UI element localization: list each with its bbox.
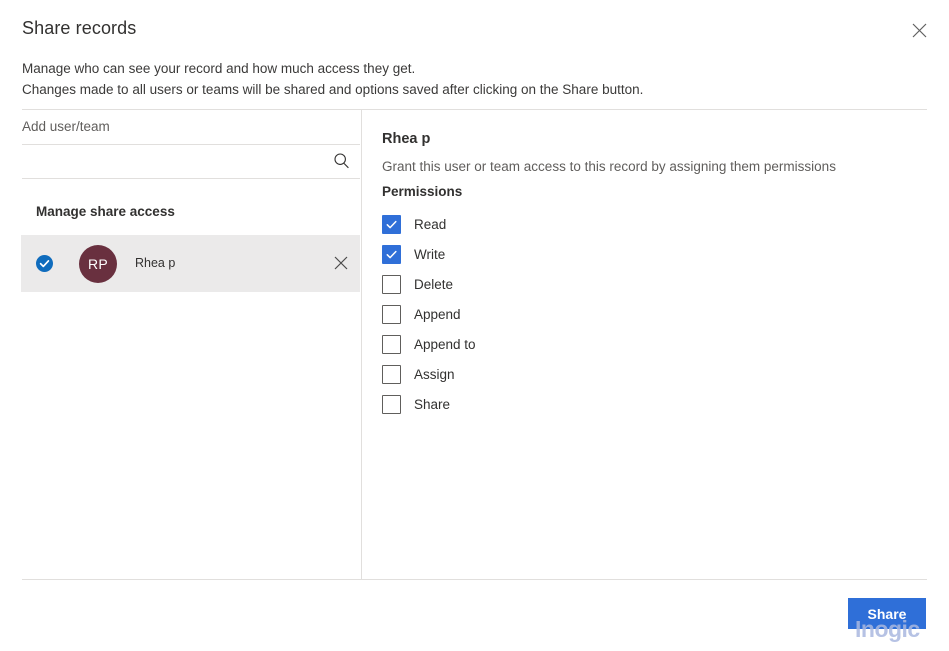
add-user-team-label: Add user/team bbox=[22, 119, 110, 134]
share-access-pane: Add user/team Manage share access RP Rhe… bbox=[0, 110, 361, 579]
permission-row-append[interactable]: Append bbox=[382, 299, 782, 329]
list-item[interactable]: RP Rhea p bbox=[21, 235, 360, 292]
remove-user-button[interactable] bbox=[329, 252, 353, 276]
permission-label: Append to bbox=[414, 336, 476, 352]
checkbox-share[interactable] bbox=[382, 394, 401, 414]
permissions-heading: Permissions bbox=[382, 184, 463, 199]
permission-row-delete[interactable]: Delete bbox=[382, 269, 782, 299]
footer-divider bbox=[22, 579, 927, 580]
close-icon bbox=[912, 23, 927, 38]
permissions-pane: Rhea p Grant this user or team access to… bbox=[362, 110, 949, 579]
checkbox-read[interactable] bbox=[382, 214, 401, 234]
share-access-list: RP Rhea p bbox=[21, 235, 360, 292]
selected-check-icon bbox=[36, 255, 53, 272]
avatar: RP bbox=[79, 245, 117, 283]
dialog-subtitle: Manage who can see your record and how m… bbox=[22, 58, 643, 100]
checkbox-assign[interactable] bbox=[382, 364, 401, 384]
dialog-subtitle-line2: Changes made to all users or teams will … bbox=[22, 82, 644, 97]
search-field bbox=[22, 144, 360, 179]
close-icon bbox=[334, 256, 348, 273]
checkbox-write[interactable] bbox=[382, 244, 401, 264]
permission-row-share[interactable]: Share bbox=[382, 389, 782, 419]
list-item-name: Rhea p bbox=[135, 256, 176, 270]
permission-row-write[interactable]: Write bbox=[382, 239, 782, 269]
permission-label: Assign bbox=[414, 366, 455, 382]
permission-label: Share bbox=[414, 396, 451, 412]
permission-label: Append bbox=[414, 306, 461, 322]
checkbox-append-to[interactable] bbox=[382, 334, 401, 354]
permission-label: Delete bbox=[414, 276, 454, 292]
share-records-dialog: Share records Manage who can see your re… bbox=[0, 0, 949, 651]
permission-row-assign[interactable]: Assign bbox=[382, 359, 782, 389]
share-button[interactable]: Share bbox=[848, 598, 926, 629]
permission-row-append-to[interactable]: Append to bbox=[382, 329, 782, 359]
checkbox-append[interactable] bbox=[382, 304, 401, 324]
close-button[interactable] bbox=[902, 13, 936, 47]
page-title: Share records bbox=[22, 18, 137, 38]
permissions-list: Read Write Delete Append Append to Assig… bbox=[382, 209, 782, 419]
permission-label: Read bbox=[414, 216, 447, 232]
permissions-description: Grant this user or team access to this r… bbox=[382, 159, 836, 174]
checkbox-delete[interactable] bbox=[382, 274, 401, 294]
search-button[interactable] bbox=[328, 149, 354, 175]
search-input[interactable] bbox=[22, 145, 322, 178]
permission-label: Write bbox=[414, 246, 446, 262]
dialog-subtitle-line1: Manage who can see your record and how m… bbox=[22, 61, 416, 76]
selected-user-name: Rhea p bbox=[382, 131, 431, 147]
dialog-header: Share records Manage who can see your re… bbox=[0, 0, 949, 109]
permission-row-read[interactable]: Read bbox=[382, 209, 782, 239]
manage-share-access-label: Manage share access bbox=[36, 204, 175, 219]
search-icon bbox=[333, 152, 350, 172]
